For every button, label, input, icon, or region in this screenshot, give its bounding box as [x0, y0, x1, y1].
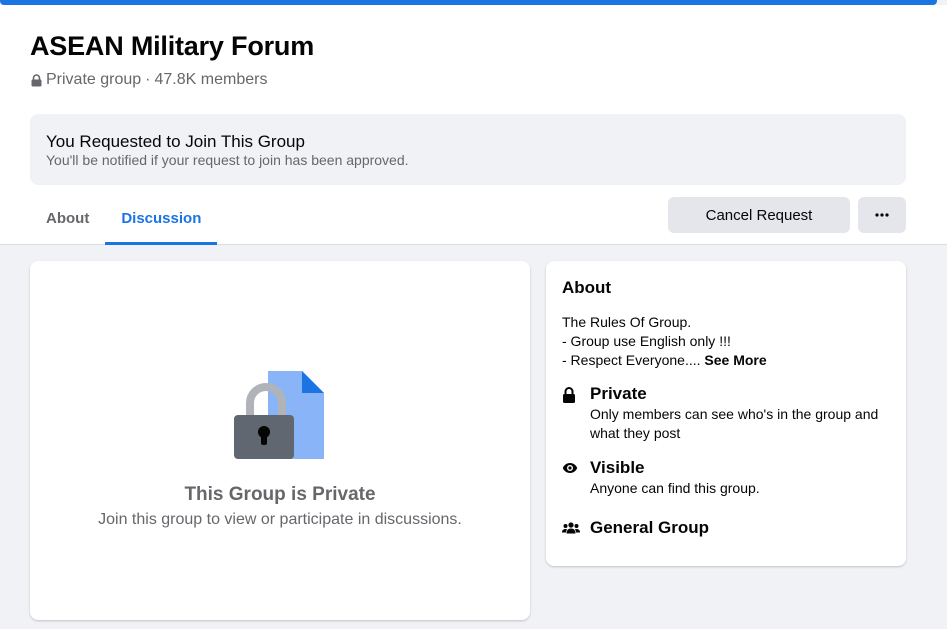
group-title: ASEAN Military Forum [30, 31, 315, 61]
about-item-visible: Visible Anyone can find this group. [562, 458, 760, 498]
private-group-card: This Group is Private Join this group to… [30, 261, 530, 620]
rules-line-text: - Respect Everyone.... [562, 352, 701, 368]
group-tabs: About Discussion [30, 192, 218, 245]
member-count[interactable]: 47.8K members [155, 71, 268, 89]
about-item-private: Private Only members can see who's in th… [562, 384, 880, 443]
about-description: The Rules Of Group. - Group use English … [562, 313, 767, 370]
locked-document-icon [234, 371, 324, 459]
about-heading: About [562, 278, 612, 297]
tab-about[interactable]: About [30, 192, 105, 245]
tab-discussion[interactable]: Discussion [105, 192, 218, 245]
eye-icon [562, 463, 578, 473]
about-item-general: General Group [562, 518, 709, 539]
banner-title: You Requested to Join This Group [46, 132, 305, 151]
rules-line: - Group use English only !!! [562, 333, 731, 349]
private-title: This Group is Private [184, 484, 376, 505]
visible-item-subtitle: Anyone can find this group. [590, 480, 760, 496]
cancel-request-button[interactable]: Cancel Request [668, 197, 850, 233]
group-header: ASEAN Military Forum Private group · 47.… [0, 5, 947, 245]
lock-icon [563, 387, 575, 403]
meta-separator: · [145, 71, 151, 88]
private-subtitle: Join this group to view or participate i… [98, 511, 462, 528]
visible-item-title: Visible [590, 458, 645, 477]
private-item-title: Private [590, 384, 647, 403]
rules-line: - Respect Everyone.... See More [562, 351, 767, 370]
more-dots-icon [875, 213, 889, 217]
about-card: About The Rules Of Group. - Group use En… [546, 261, 906, 566]
see-more-link[interactable]: See More [704, 352, 766, 368]
rules-line: The Rules Of Group. [562, 314, 692, 330]
group-meta: Private group · 47.8K members [31, 71, 267, 89]
more-options-button[interactable] [858, 197, 906, 233]
banner-subtitle: You'll be notified if your request to jo… [46, 152, 409, 168]
group-privacy: Private group [46, 71, 142, 88]
join-request-banner: You Requested to Join This Group You'll … [30, 114, 906, 185]
lock-icon [31, 73, 42, 86]
general-group-title: General Group [590, 518, 710, 537]
private-item-subtitle: Only members can see who's in the group … [590, 406, 879, 441]
group-people-icon [562, 522, 580, 534]
